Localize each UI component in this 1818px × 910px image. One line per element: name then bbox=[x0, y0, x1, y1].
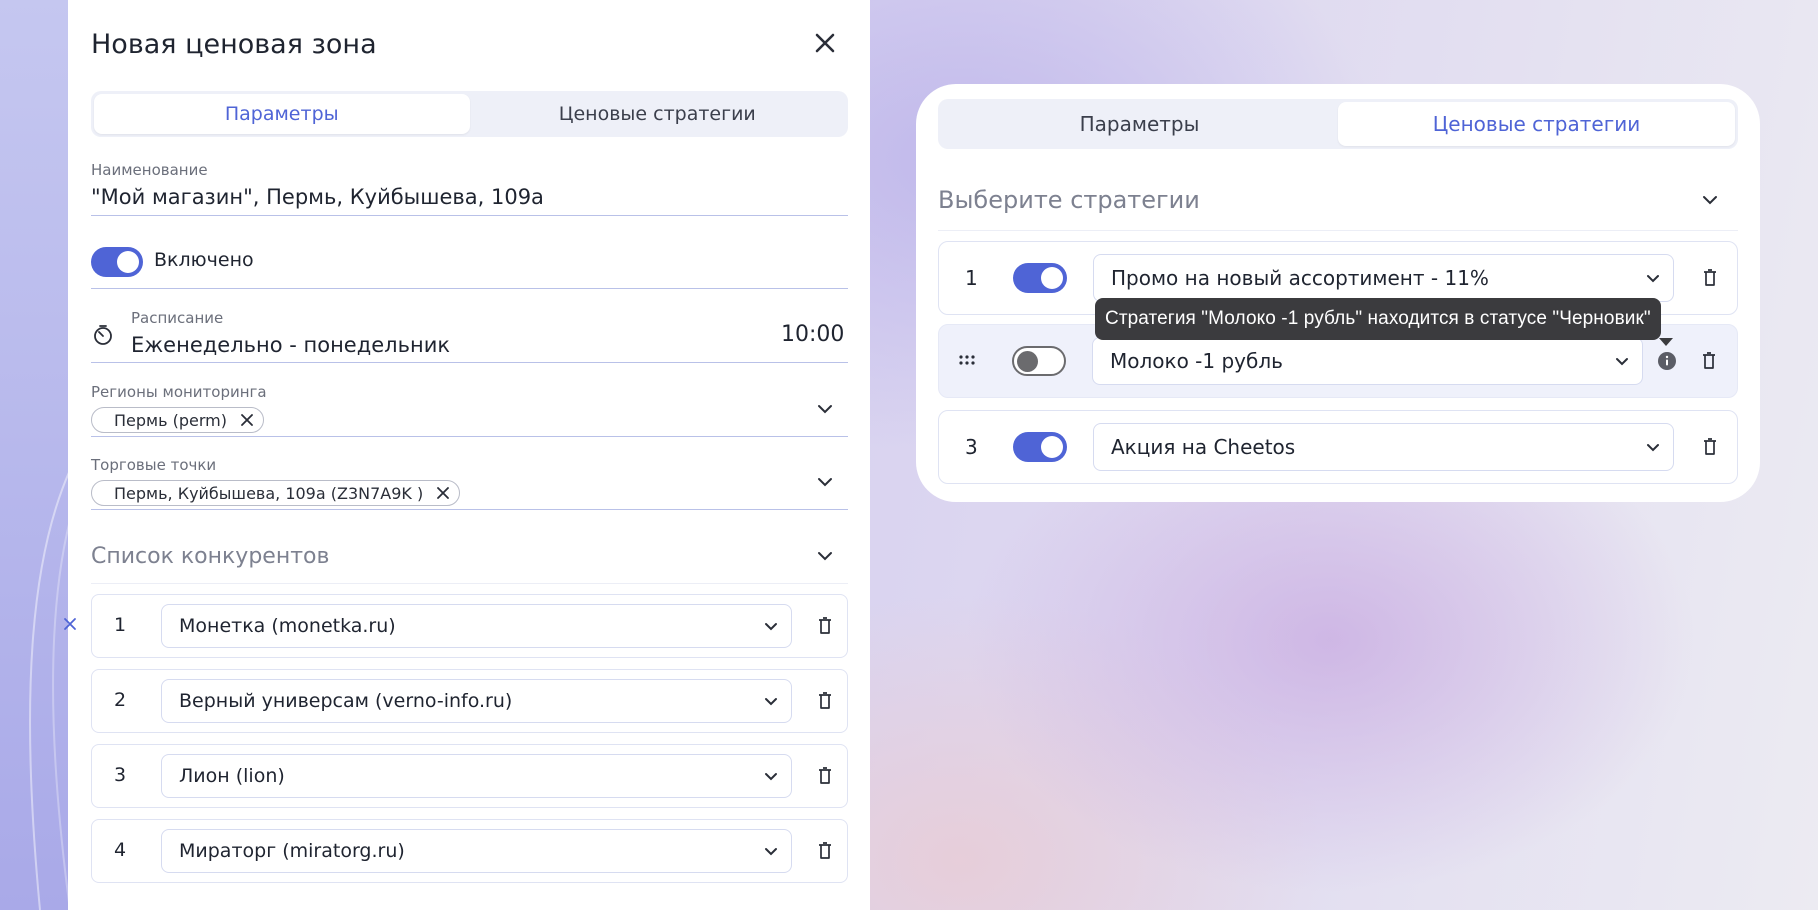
remove-chip-icon[interactable] bbox=[241, 414, 253, 426]
divider bbox=[91, 288, 848, 289]
strategy-select[interactable]: Промо на новый ассортимент - 11% bbox=[1093, 254, 1674, 302]
close-icon[interactable] bbox=[810, 28, 840, 58]
strategy-toggle[interactable] bbox=[1012, 346, 1066, 376]
competitor-row: 4 Мираторг (miratorg.ru) bbox=[91, 819, 848, 883]
competitor-select[interactable]: Монетка (monetka.ru) bbox=[161, 604, 792, 648]
strategy-select-value: Промо на новый ассортимент - 11% bbox=[1111, 266, 1489, 290]
name-field[interactable]: "Мой магазин", Пермь, Куйбышева, 109а bbox=[91, 185, 544, 209]
competitor-row: 1 Монетка (monetka.ru) bbox=[91, 594, 848, 658]
competitor-select[interactable]: Мираторг (miratorg.ru) bbox=[161, 829, 792, 873]
trash-icon[interactable] bbox=[814, 764, 836, 788]
stores-dropdown-chevron-icon[interactable] bbox=[815, 472, 835, 492]
side-close-icon[interactable] bbox=[58, 610, 82, 638]
chevron-down-icon bbox=[751, 622, 791, 631]
schedule-underline bbox=[91, 362, 848, 363]
chevron-down-icon bbox=[751, 697, 791, 706]
chevron-down-icon bbox=[1633, 443, 1673, 452]
competitor-number: 3 bbox=[114, 764, 127, 786]
select-strategies-title: Выберите стратегии bbox=[938, 186, 1200, 214]
info-icon[interactable] bbox=[1657, 351, 1677, 371]
regions-label: Регионы мониторинга bbox=[91, 383, 267, 401]
enabled-toggle[interactable] bbox=[91, 247, 143, 277]
name-field-underline bbox=[91, 215, 848, 216]
store-chip: Пермь, Куйбышева, 109а (Z3N7A9K ) bbox=[91, 480, 461, 506]
strategies-collapse-chevron-icon[interactable] bbox=[1700, 190, 1720, 210]
competitor-row: 3 Лион (lion) bbox=[91, 744, 848, 808]
competitor-number: 1 bbox=[114, 614, 127, 636]
competitor-row: 2 Верный универсам (verno-info.ru) bbox=[91, 669, 848, 733]
remove-chip-icon[interactable] bbox=[437, 487, 450, 499]
competitor-select[interactable]: Верный универсам (verno-info.ru) bbox=[161, 679, 792, 723]
strategy-number: 3 bbox=[965, 435, 978, 459]
competitors-title: Список конкурентов bbox=[91, 544, 330, 569]
trash-icon[interactable] bbox=[1698, 349, 1720, 373]
price-zone-modal: Новая ценовая зона Параметры Ценовые стр… bbox=[68, 0, 870, 910]
competitor-select-value: Лион (lion) bbox=[179, 765, 285, 787]
tab-price-strategies[interactable]: Ценовые стратегии bbox=[470, 94, 846, 134]
strategy-row: 3 Акция на Cheetos bbox=[938, 410, 1738, 484]
enabled-toggle-label: Включено bbox=[154, 249, 254, 271]
competitors-divider bbox=[91, 583, 848, 584]
stores-underline bbox=[91, 509, 848, 510]
draft-status-tooltip: Стратегия "Молоко -1 рубль" находится в … bbox=[1095, 298, 1661, 340]
trash-icon[interactable] bbox=[1699, 266, 1721, 290]
store-chip-label: Пермь, Куйбышева, 109а (Z3N7A9K ) bbox=[114, 483, 424, 503]
card-tabs: Параметры Ценовые стратегии bbox=[938, 99, 1738, 149]
modal-tabs: Параметры Ценовые стратегии bbox=[91, 91, 848, 137]
region-chip-label: Пермь (perm) bbox=[114, 410, 227, 430]
schedule-field[interactable]: Еженедельно - понедельник bbox=[131, 333, 450, 357]
competitor-number: 4 bbox=[114, 839, 127, 861]
competitor-select[interactable]: Лион (lion) bbox=[161, 754, 792, 798]
strategy-toggle[interactable] bbox=[1013, 432, 1067, 462]
regions-underline bbox=[91, 436, 848, 437]
strategies-card: Параметры Ценовые стратегии Выберите стр… bbox=[916, 84, 1760, 502]
modal-title: Новая ценовая зона bbox=[91, 29, 377, 60]
stores-label: Торговые точки bbox=[91, 456, 217, 474]
chevron-down-icon bbox=[751, 847, 791, 856]
name-field-label: Наименование bbox=[91, 161, 208, 179]
trash-icon[interactable] bbox=[814, 614, 836, 638]
strategy-select[interactable]: Акция на Cheetos bbox=[1093, 423, 1674, 471]
schedule-time[interactable]: 10:00 bbox=[781, 322, 844, 347]
chevron-down-icon bbox=[1633, 274, 1673, 283]
strategies-divider bbox=[938, 230, 1738, 231]
competitor-select-value: Верный универсам (verno-info.ru) bbox=[179, 690, 513, 712]
schedule-label: Расписание bbox=[131, 309, 224, 327]
competitor-select-value: Монетка (monetka.ru) bbox=[179, 615, 396, 637]
trash-icon[interactable] bbox=[814, 689, 836, 713]
strategy-select-value: Молоко -1 рубль bbox=[1110, 349, 1283, 373]
tooltip-arrow bbox=[1659, 338, 1673, 346]
strategy-select-value: Акция на Cheetos bbox=[1111, 435, 1296, 459]
timer-icon bbox=[92, 324, 114, 350]
trash-icon[interactable] bbox=[1699, 435, 1721, 459]
trash-icon[interactable] bbox=[814, 839, 836, 863]
strategy-number: 1 bbox=[965, 266, 978, 290]
chevron-down-icon bbox=[1602, 357, 1642, 366]
chevron-down-icon bbox=[751, 772, 791, 781]
competitors-collapse-chevron-icon[interactable] bbox=[815, 546, 835, 566]
competitor-select-value: Мираторг (miratorg.ru) bbox=[179, 840, 405, 862]
tab-parameters[interactable]: Параметры bbox=[94, 94, 470, 134]
regions-dropdown-chevron-icon[interactable] bbox=[815, 399, 835, 419]
drag-handle-icon[interactable] bbox=[959, 355, 975, 365]
tab-price-strategies[interactable]: Ценовые стратегии bbox=[1338, 102, 1735, 146]
tab-parameters[interactable]: Параметры bbox=[941, 102, 1338, 146]
region-chip: Пермь (perm) bbox=[91, 407, 264, 433]
strategy-toggle[interactable] bbox=[1013, 263, 1067, 293]
competitor-number: 2 bbox=[114, 689, 127, 711]
strategy-select[interactable]: Молоко -1 рубль bbox=[1092, 337, 1643, 385]
background-strip bbox=[0, 0, 70, 910]
